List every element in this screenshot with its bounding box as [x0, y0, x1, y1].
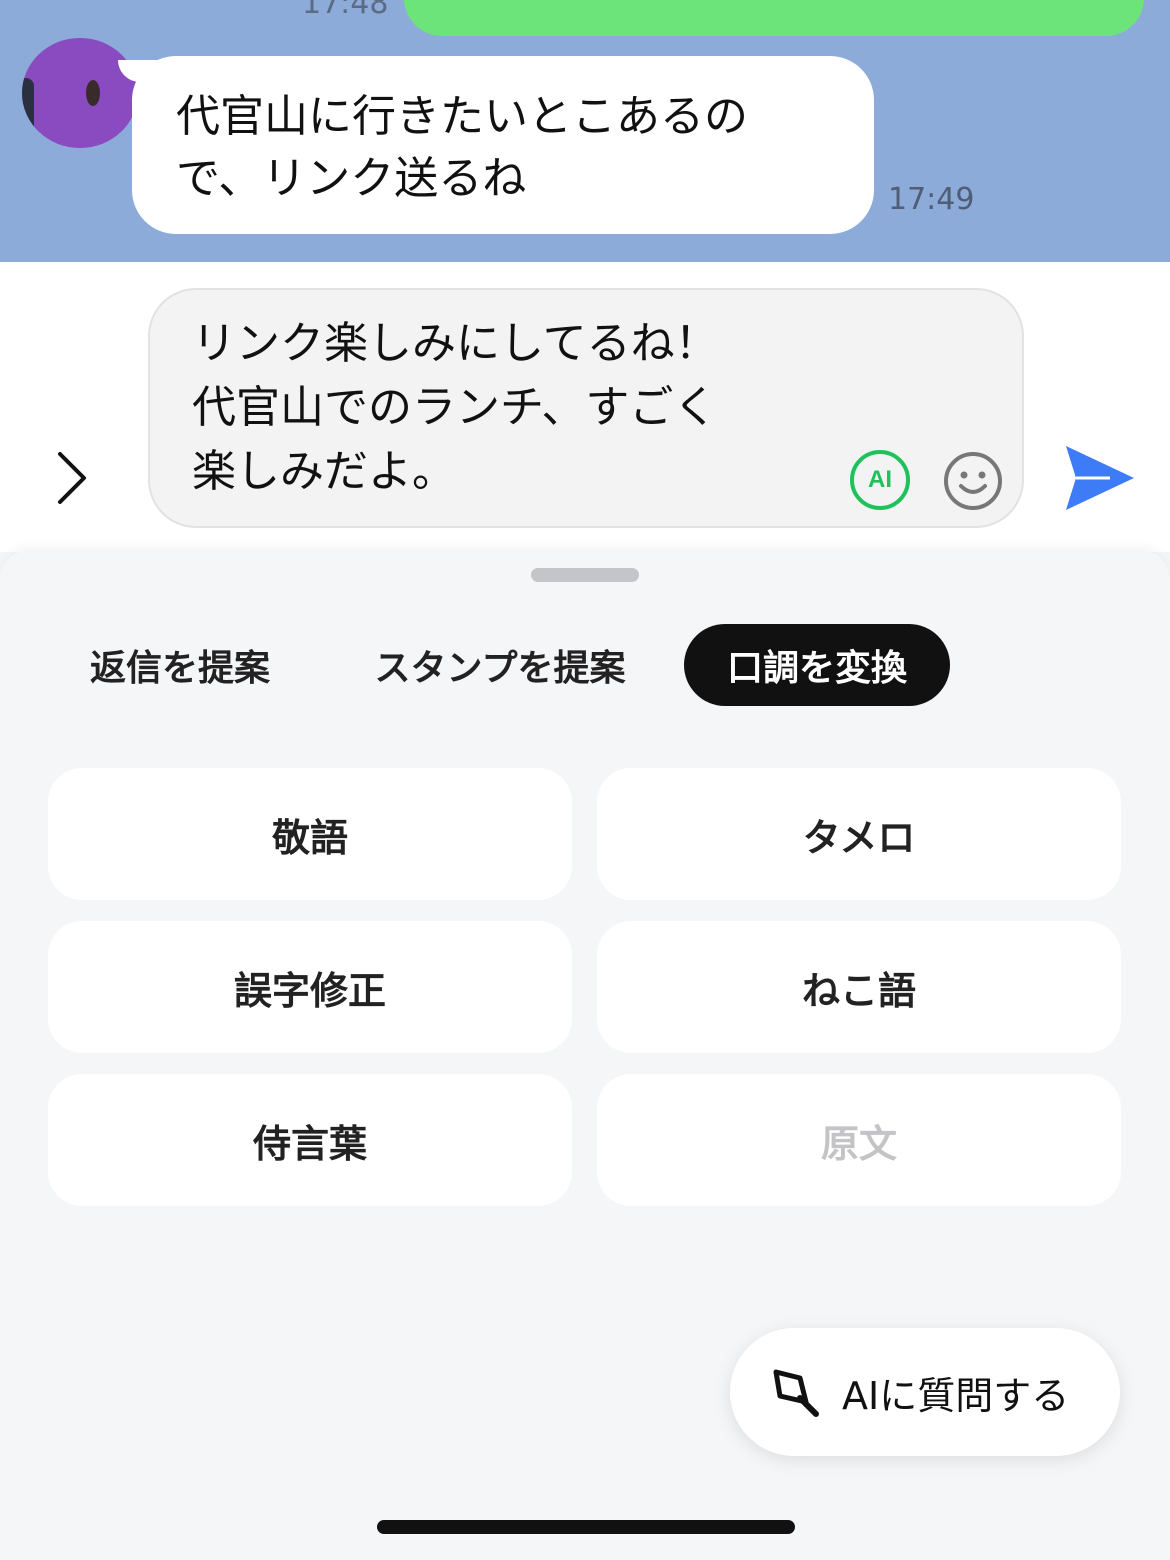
ai-icon[interactable]: AI: [850, 450, 910, 510]
tab-suggest-sticker[interactable]: スタンプを提案: [350, 624, 650, 706]
composer-bar: リンク楽しみにしてるね！ 代官山でのランチ、すごく 楽しみだよ。 AI: [0, 262, 1170, 552]
outgoing-message-bubble[interactable]: [404, 0, 1144, 36]
ask-ai-label: AIに質問する: [842, 1373, 1070, 1418]
incoming-message-time: 17:49: [888, 182, 975, 217]
sheet-drag-handle[interactable]: [531, 568, 639, 582]
home-indicator[interactable]: [377, 1520, 795, 1534]
tone-keigo-button[interactable]: 敬語: [48, 768, 572, 900]
sender-avatar[interactable]: [22, 38, 138, 148]
tone-cat-button[interactable]: ねこ語: [597, 921, 1121, 1053]
chat-history: 17:48 代官山に行きたいとこあるので、リンク送るね 17:49: [0, 0, 1170, 262]
chevron-right-icon[interactable]: [46, 448, 106, 508]
message-input-text[interactable]: リンク楽しみにしてるね！ 代官山でのランチ、すごく 楽しみだよ。: [192, 312, 832, 504]
tone-samurai-button[interactable]: 侍言葉: [48, 1074, 572, 1206]
ask-ai-button[interactable]: AIに質問する: [730, 1328, 1120, 1456]
incoming-message-text: 代官山に行きたいとこあるので、リンク送るね: [176, 91, 748, 204]
ai-sparkle-search-icon: [773, 1369, 819, 1417]
send-icon[interactable]: [1060, 442, 1138, 514]
tab-suggest-reply[interactable]: 返信を提案: [60, 624, 300, 706]
tone-typo-fix-button[interactable]: 誤字修正: [48, 921, 572, 1053]
assistant-tabs: 返信を提案 スタンプを提案 口調を変換: [0, 624, 1170, 706]
tone-casual-button[interactable]: タメロ: [597, 768, 1121, 900]
ai-badge-label: AI: [868, 466, 892, 493]
previous-message-time: 17:48: [302, 0, 389, 21]
ai-assistant-sheet: 返信を提案 スタンプを提案 口調を変換 敬語 タメロ 誤字修正 ねこ語 侍言葉 …: [0, 550, 1170, 1560]
tab-convert-tone[interactable]: 口調を変換: [684, 624, 950, 706]
emoji-icon[interactable]: [942, 450, 1004, 512]
incoming-message-bubble[interactable]: 代官山に行きたいとこあるので、リンク送るね: [132, 56, 874, 234]
message-input[interactable]: リンク楽しみにしてるね！ 代官山でのランチ、すごく 楽しみだよ。 AI: [148, 288, 1024, 528]
tone-original-button[interactable]: 原文: [597, 1074, 1121, 1206]
